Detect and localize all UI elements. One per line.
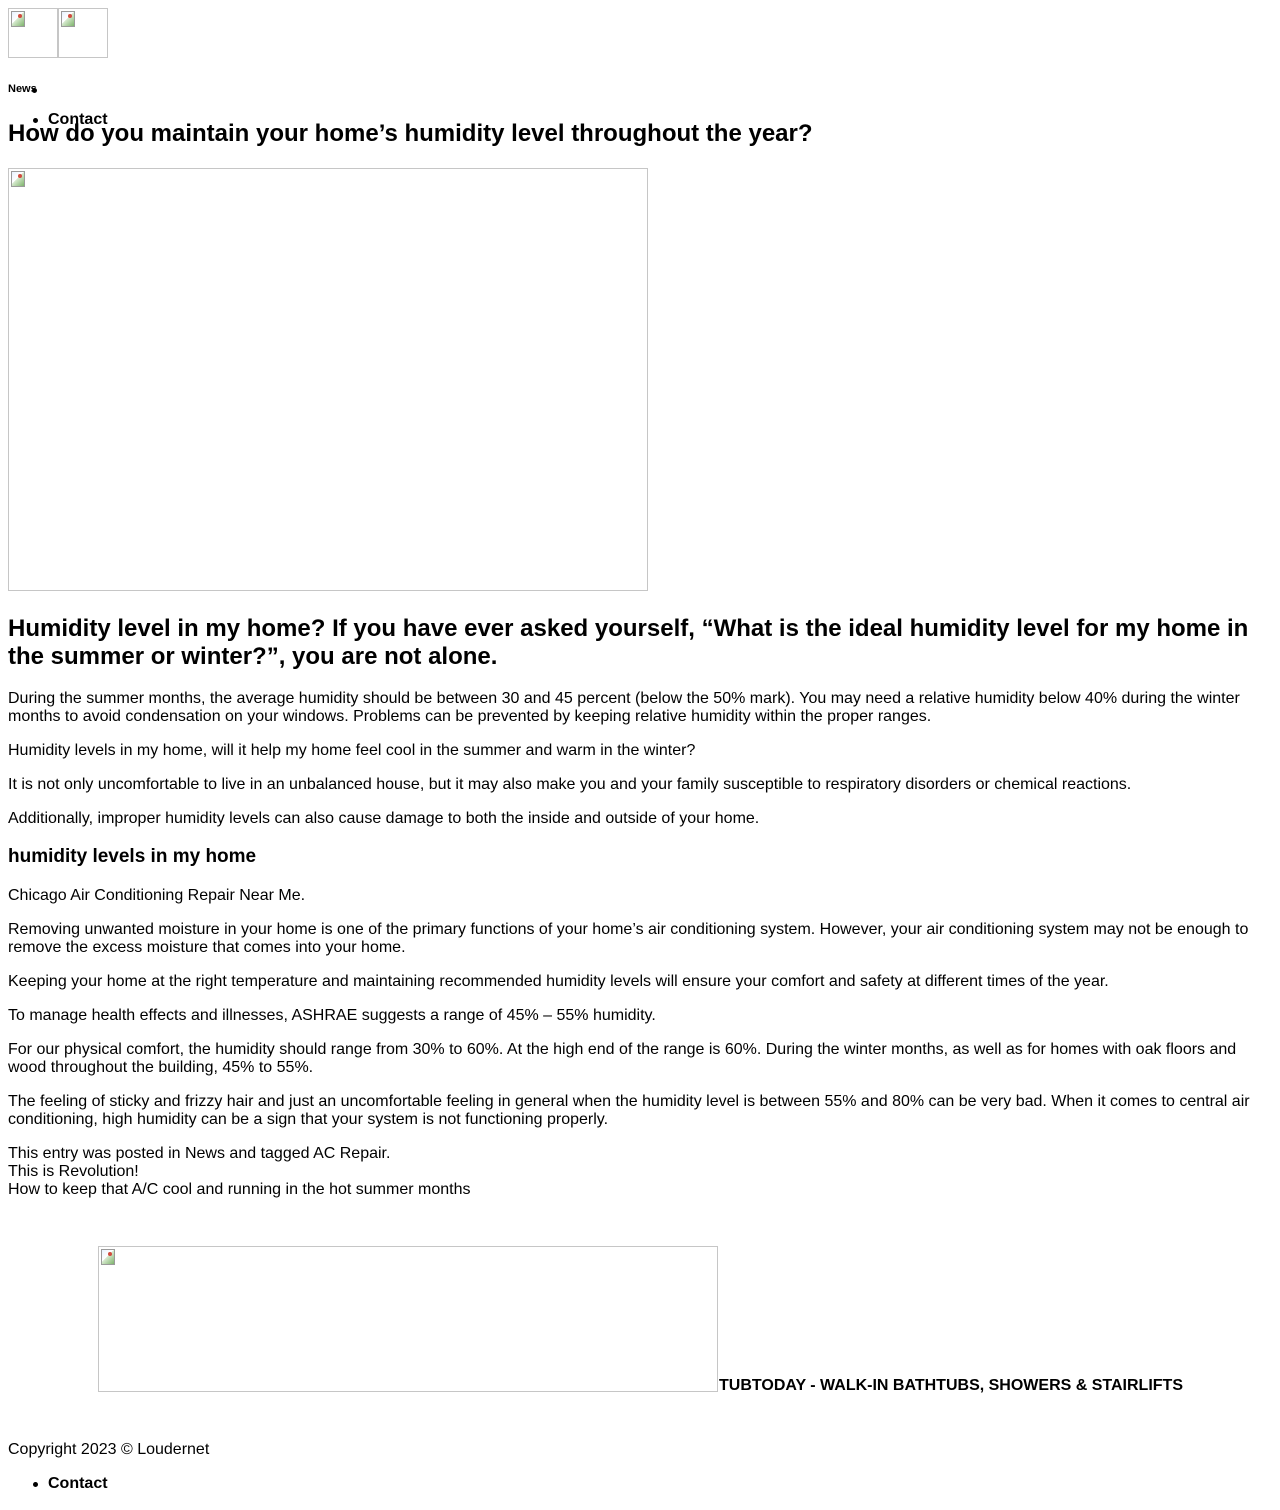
post-nav-previous: This is Revolution! (8, 1163, 1270, 1181)
footer-brand-image[interactable] (98, 1246, 718, 1392)
entry-meta: This entry was posted in News and tagged… (8, 1145, 1270, 1163)
broken-image-icon (101, 1249, 115, 1265)
article-paragraph: For our physical comfort, the humidity s… (8, 1041, 1237, 1076)
article-paragraph: The feeling of sticky and frizzy hair an… (8, 1093, 1250, 1128)
article-paragraph: Removing unwanted moisture in your home … (8, 921, 1249, 956)
logo-image[interactable] (8, 8, 58, 58)
post-nav-previous-suffix: ! (134, 1163, 139, 1180)
copyright-text: Copyright 2023 © Loudernet (8, 1441, 210, 1458)
article-paragraph: Additionally, improper humidity levels c… (8, 810, 760, 827)
featured-image (8, 168, 648, 591)
tag-link-ac-repair[interactable]: AC Repair (313, 1145, 386, 1162)
article-paragraph: It is not only uncomfortable to live in … (8, 776, 1132, 793)
entry-meta-end: . (386, 1145, 391, 1162)
article-paragraph: To manage health effects and illnesses, … (8, 1007, 656, 1024)
article-subtitle: Humidity level in my home? If you have e… (8, 615, 1249, 670)
article-paragraph: Chicago Air Conditioning Repair Near Me. (8, 887, 306, 904)
logo-image-secondary[interactable] (58, 8, 108, 58)
post-nav-next: How to keep that A/C cool and running in… (8, 1181, 1270, 1199)
broken-image-icon (61, 11, 75, 27)
broken-image-icon (11, 11, 25, 27)
section-heading: humidity levels in my home (8, 846, 257, 867)
article-paragraph: During the summer months, the average hu… (8, 690, 1240, 725)
article-paragraph: Keeping your home at the right temperatu… (8, 973, 1109, 990)
footer-brand-link[interactable]: TUBTODAY - WALK-IN BATHTUBS, SHOWERS & S… (719, 1377, 1183, 1395)
entry-meta-prefix: This entry was posted in (8, 1145, 185, 1162)
post-nav-previous-prefix: This is (8, 1163, 59, 1180)
broken-image-icon (11, 171, 25, 187)
entry-meta-tagged: and tagged (224, 1145, 314, 1162)
footer-nav-bullet (33, 1482, 38, 1487)
article-paragraph: Humidity levels in my home, will it help… (8, 742, 696, 759)
footer-nav-link-contact[interactable]: Contact (48, 1475, 108, 1493)
nav-bullet (32, 88, 37, 93)
page-title: How do you maintain your home’s humidity… (8, 120, 813, 147)
previous-post-link[interactable]: Revolution (59, 1163, 135, 1180)
category-link-news[interactable]: News (185, 1145, 225, 1162)
next-post-link[interactable]: How to keep that A/C cool and running in… (8, 1181, 470, 1198)
